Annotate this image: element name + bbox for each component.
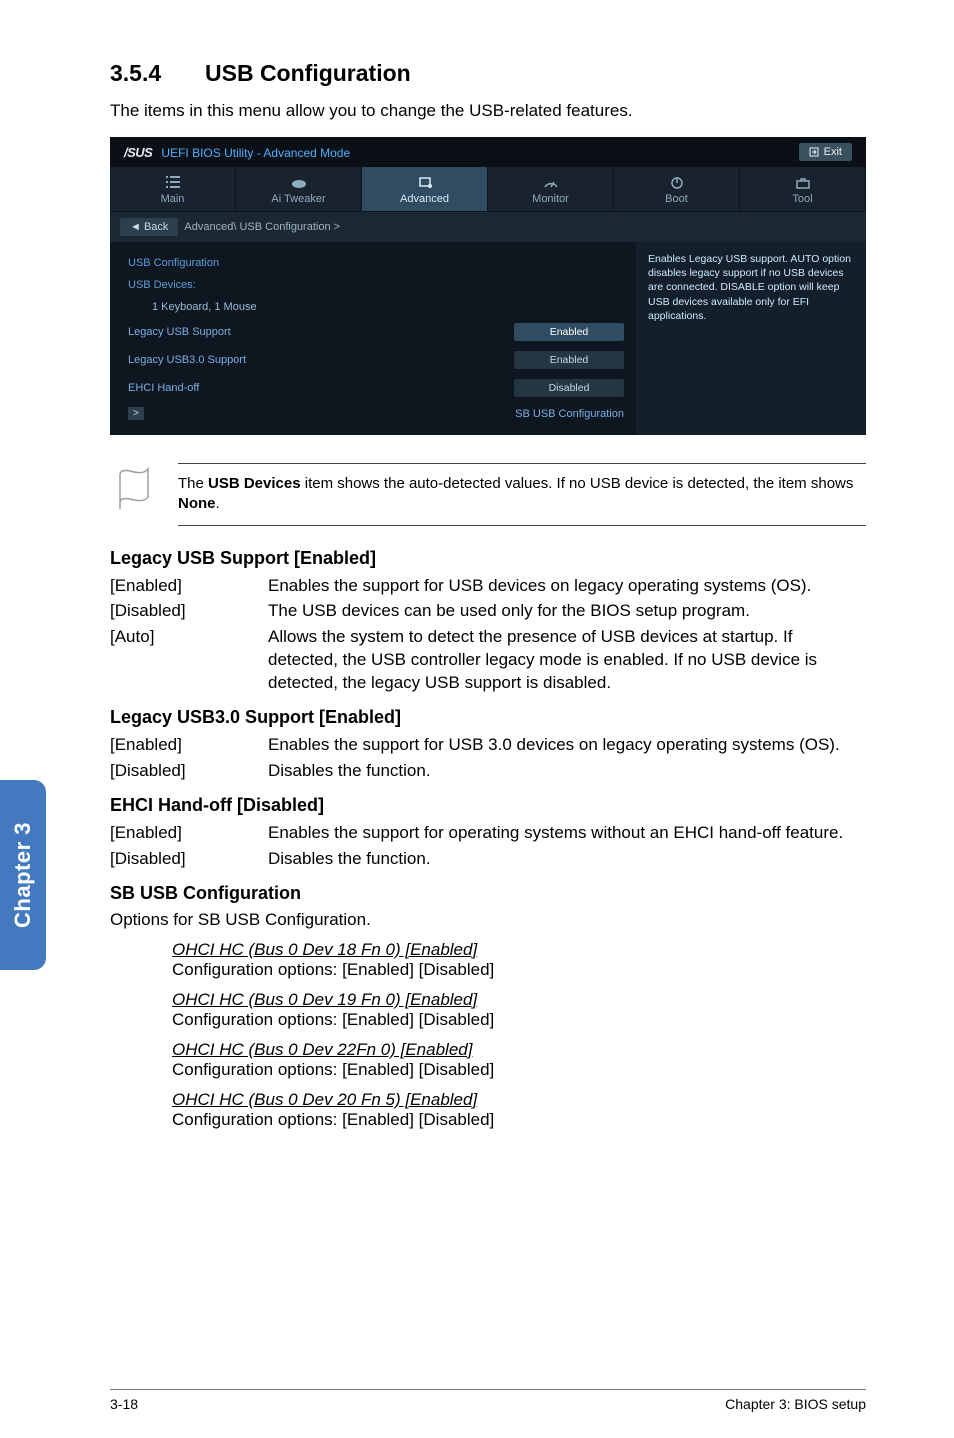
heading-ehci: EHCI Hand-off [Disabled] (110, 795, 866, 816)
section-number: 3.5.4 (110, 60, 205, 87)
chip-icon (416, 175, 434, 189)
page-number: 3-18 (110, 1396, 138, 1412)
row-legacy-usb30[interactable]: Legacy USB3.0 Support Enabled (128, 346, 624, 374)
note-block: The USB Devices item shows the auto-dete… (110, 463, 866, 526)
bios-title: UEFI BIOS Utility - Advanced Mode (161, 146, 350, 160)
opt-val: Enables the support for operating system… (268, 822, 866, 845)
tab-label: Ai Tweaker (271, 193, 325, 205)
toolbox-icon (794, 175, 812, 189)
ohci-item-head: OHCI HC (Bus 0 Dev 19 Fn 0) [Enabled] (172, 990, 866, 1010)
ohci-item-conf: Configuration options: [Enabled] [Disabl… (172, 1060, 866, 1080)
opt-disabled: [Disabled] Disables the function. (110, 760, 866, 783)
opt-auto: [Auto] Allows the system to detect the p… (110, 626, 866, 695)
bios-tabs: Main Ai Tweaker Advanced Monitor Boot To… (110, 167, 866, 211)
opt-val: Enables the support for USB 3.0 devices … (268, 734, 866, 757)
bios-help-panel: Enables Legacy USB support. AUTO option … (636, 242, 866, 435)
opt-enabled: [Enabled] Enables the support for operat… (110, 822, 866, 845)
opt-enabled: [Enabled] Enables the support for USB de… (110, 575, 866, 598)
opt-key: [Disabled] (110, 600, 268, 623)
intro-text: The items in this menu allow you to chan… (110, 101, 866, 121)
tab-boot[interactable]: Boot (614, 167, 740, 211)
row-value[interactable]: Enabled (514, 323, 624, 341)
opt-key: [Disabled] (110, 760, 268, 783)
row-label: Legacy USB3.0 Support (128, 354, 246, 366)
row-value[interactable]: Disabled (514, 379, 624, 397)
gauge-icon (542, 175, 560, 189)
bios-titlebar: /SUS UEFI BIOS Utility - Advanced Mode E… (110, 137, 866, 167)
tab-monitor[interactable]: Monitor (488, 167, 614, 211)
opt-val: Allows the system to detect the presence… (268, 626, 866, 695)
opt-val: Enables the support for USB devices on l… (268, 575, 866, 598)
usb-config-heading: USB Configuration (128, 252, 624, 274)
sb-usb-items: OHCI HC (Bus 0 Dev 18 Fn 0) [Enabled] Co… (172, 940, 866, 1130)
row-label: EHCI Hand-off (128, 382, 199, 394)
opt-key: [Enabled] (110, 734, 268, 757)
opt-key: [Auto] (110, 626, 268, 695)
list-icon (164, 175, 182, 189)
opt-key: [Enabled] (110, 575, 268, 598)
section-heading: 3.5.4USB Configuration (110, 60, 866, 87)
note-text: The USB Devices item shows the auto-dete… (178, 463, 866, 526)
ohci-item-head: OHCI HC (Bus 0 Dev 22Fn 0) [Enabled] (172, 1040, 866, 1060)
ohci-item-conf: Configuration options: [Enabled] [Disabl… (172, 1110, 866, 1130)
row-label: Legacy USB Support (128, 326, 231, 338)
tab-main[interactable]: Main (110, 167, 236, 211)
tab-label: Tool (792, 193, 812, 205)
section-title: USB Configuration (205, 60, 411, 86)
row-legacy-usb[interactable]: Legacy USB Support Enabled (128, 318, 624, 346)
exit-label: Exit (824, 146, 842, 158)
chapter-title: Chapter 3: BIOS setup (725, 1396, 866, 1412)
tab-label: Main (161, 193, 185, 205)
chapter-label: Chapter 3 (10, 822, 36, 928)
exit-icon (809, 147, 819, 157)
opt-key: [Enabled] (110, 822, 268, 845)
bios-brand: /SUS (124, 145, 152, 160)
note-icon (110, 463, 158, 511)
breadcrumb-path: Advanced\ USB Configuration > (184, 221, 340, 233)
tab-label: Boot (665, 193, 688, 205)
row-sb-usb-config[interactable]: SB USB Configuration (128, 402, 624, 425)
power-icon (668, 175, 686, 189)
sb-usb-desc: Options for SB USB Configuration. (110, 910, 866, 930)
usb-devices-value: 1 Keyboard, 1 Mouse (128, 296, 624, 318)
opt-disabled: [Disabled] The USB devices can be used o… (110, 600, 866, 623)
back-button[interactable]: ◄ Back (120, 218, 178, 236)
tab-label: Advanced (400, 193, 449, 205)
bios-screenshot: /SUS UEFI BIOS Utility - Advanced Mode E… (110, 137, 866, 435)
tab-tool[interactable]: Tool (740, 167, 866, 211)
row-label: SB USB Configuration (515, 408, 624, 420)
page-footer: 3-18 Chapter 3: BIOS setup (110, 1389, 866, 1412)
ohci-item-conf: Configuration options: [Enabled] [Disabl… (172, 1010, 866, 1030)
ohci-item-head: OHCI HC (Bus 0 Dev 20 Fn 5) [Enabled] (172, 1090, 866, 1110)
back-label: Back (144, 221, 168, 233)
opt-enabled: [Enabled] Enables the support for USB 3.… (110, 734, 866, 757)
opt-val: Disables the function. (268, 848, 866, 871)
row-ehci[interactable]: EHCI Hand-off Disabled (128, 374, 624, 402)
tab-label: Monitor (532, 193, 569, 205)
tab-ai-tweaker[interactable]: Ai Tweaker (236, 167, 362, 211)
ohci-item-head: OHCI HC (Bus 0 Dev 18 Fn 0) [Enabled] (172, 940, 866, 960)
usb-devices-label: USB Devices: (128, 274, 624, 296)
row-value[interactable]: Enabled (514, 351, 624, 369)
opt-val: Disables the function. (268, 760, 866, 783)
opt-val: The USB devices can be used only for the… (268, 600, 866, 623)
bios-content: USB Configuration USB Devices: 1 Keyboar… (110, 242, 636, 435)
tab-advanced[interactable]: Advanced (362, 167, 488, 211)
exit-button[interactable]: Exit (799, 143, 852, 161)
heading-legacy-usb30: Legacy USB3.0 Support [Enabled] (110, 707, 866, 728)
opt-key: [Disabled] (110, 848, 268, 871)
opt-disabled: [Disabled] Disables the function. (110, 848, 866, 871)
arrow-left-icon: ◄ (130, 221, 144, 233)
chapter-side-tab: Chapter 3 (0, 780, 46, 970)
heading-legacy-usb: Legacy USB Support [Enabled] (110, 548, 866, 569)
breadcrumb: ◄ Back Advanced\ USB Configuration > (110, 211, 866, 242)
cloud-icon (290, 175, 308, 189)
ohci-item-conf: Configuration options: [Enabled] [Disabl… (172, 960, 866, 980)
heading-sb-usb: SB USB Configuration (110, 883, 866, 904)
